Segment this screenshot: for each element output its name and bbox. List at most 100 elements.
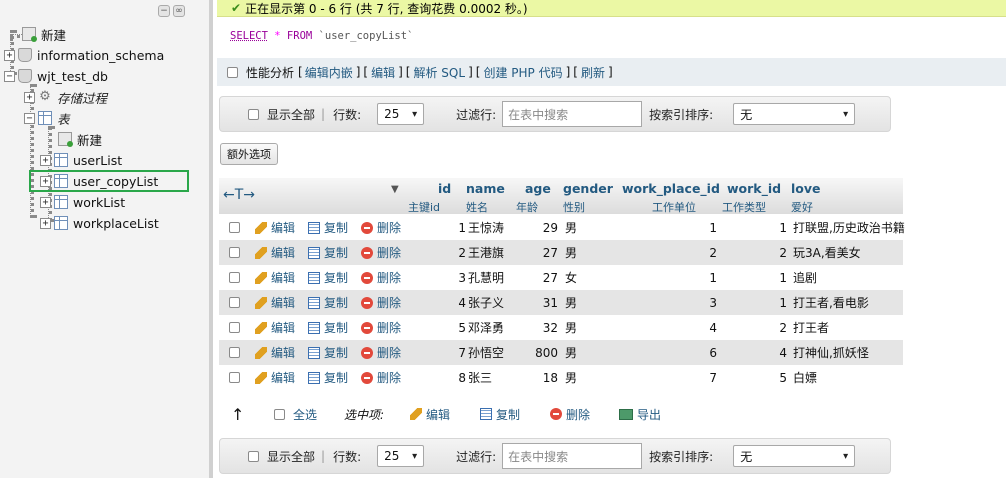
expand-icon[interactable]: + — [40, 217, 51, 229]
row-copy-button[interactable]: 复制 — [308, 344, 348, 361]
table-row[interactable]: 编辑 复制 删除 1 王惊涛 29 男 1 1 打联盟,历史政治书籍 — [219, 215, 905, 240]
cell-age[interactable]: 31 — [519, 296, 558, 310]
row-checkbox[interactable] — [229, 347, 240, 358]
cell-love[interactable]: 白嫖 — [793, 369, 817, 386]
cell-work-place-id[interactable]: 1 — [621, 271, 717, 285]
select-all-checkbox[interactable] — [274, 408, 285, 420]
cell-work-place-id[interactable]: 4 — [621, 321, 717, 335]
sidebar-item-information-schema[interactable]: + information_schema — [4, 45, 164, 65]
sql-query[interactable]: SELECT * FROM `user_copyList` — [217, 18, 1006, 58]
explain-sql-link[interactable]: 解析 SQL — [413, 64, 465, 81]
cell-love[interactable]: 打神仙,抓妖怪 — [793, 344, 869, 361]
row-copy-button[interactable]: 复制 — [308, 294, 348, 311]
sort-select[interactable]: 无 ▾ — [733, 445, 856, 467]
bulk-copy-button[interactable]: 复制 — [480, 406, 520, 423]
row-checkbox[interactable] — [229, 247, 240, 258]
row-copy-button[interactable]: 复制 — [308, 219, 348, 236]
cell-gender[interactable]: 男 — [565, 319, 577, 336]
sidebar-item-workplacelist[interactable]: + workplaceList — [40, 213, 159, 233]
row-copy-button[interactable]: 复制 — [308, 269, 348, 286]
row-delete-button[interactable]: 删除 — [361, 294, 401, 311]
cell-love[interactable]: 追剧 — [793, 269, 817, 286]
cell-age[interactable]: 800 — [519, 346, 558, 360]
collapse-all-icon[interactable]: − — [158, 5, 170, 17]
cell-id[interactable]: 7 — [440, 346, 466, 360]
row-checkbox[interactable] — [229, 372, 240, 383]
extra-options-button[interactable]: 额外选项 — [220, 143, 278, 165]
column-header-id[interactable]: id — [438, 181, 451, 196]
expand-icon[interactable]: + — [4, 49, 15, 61]
sidebar-item-procedures[interactable]: + ⚙ 存储过程 — [24, 87, 107, 107]
filter-input[interactable]: 在表中搜索 — [502, 101, 643, 127]
select-all-link[interactable]: 全选 — [293, 406, 317, 423]
expand-icon[interactable]: + — [40, 196, 51, 208]
cell-id[interactable]: 8 — [440, 371, 466, 385]
column-header-age[interactable]: age — [525, 181, 551, 196]
cell-name[interactable]: 孙悟空 — [468, 344, 504, 361]
cell-gender[interactable]: 男 — [565, 344, 577, 361]
column-header-gender[interactable]: gender — [563, 181, 613, 196]
show-all-checkbox[interactable] — [248, 108, 259, 120]
cell-name[interactable]: 孔慧明 — [468, 269, 504, 286]
cell-gender[interactable]: 男 — [565, 219, 577, 236]
cell-work-place-id[interactable]: 1 — [621, 221, 717, 235]
sort-select[interactable]: 无 ▾ — [733, 103, 856, 125]
sidebar-item-userlist[interactable]: + userList — [40, 150, 122, 170]
row-checkbox[interactable] — [229, 222, 240, 233]
cell-age[interactable]: 27 — [519, 246, 558, 260]
row-checkbox[interactable] — [229, 322, 240, 333]
table-row[interactable]: 编辑 复制 删除 7 孙悟空 800 男 6 4 打神仙,抓妖怪 — [219, 340, 903, 365]
column-header-name[interactable]: name — [466, 181, 505, 196]
column-toggle-arrows[interactable]: ←T→ — [223, 187, 255, 203]
cell-name[interactable]: 张三 — [468, 369, 492, 386]
row-edit-button[interactable]: 编辑 — [255, 269, 295, 286]
cell-id[interactable]: 5 — [440, 321, 466, 335]
cell-love[interactable]: 玩3A,看美女 — [793, 244, 861, 261]
cell-age[interactable]: 32 — [519, 321, 558, 335]
row-edit-button[interactable]: 编辑 — [255, 294, 295, 311]
bulk-edit-button[interactable]: 编辑 — [410, 406, 450, 423]
cell-work-place-id[interactable]: 7 — [621, 371, 717, 385]
row-delete-button[interactable]: 删除 — [361, 319, 401, 336]
cell-work-id[interactable]: 2 — [727, 246, 787, 260]
row-copy-button[interactable]: 复制 — [308, 369, 348, 386]
expand-icon[interactable]: + — [24, 91, 35, 103]
row-delete-button[interactable]: 删除 — [361, 244, 401, 261]
table-row[interactable]: 编辑 复制 删除 2 王港旗 27 男 2 2 玩3A,看美女 — [219, 240, 903, 265]
row-checkbox[interactable] — [229, 272, 240, 283]
cell-love[interactable]: 打王者,看电影 — [793, 294, 869, 311]
cell-id[interactable]: 4 — [440, 296, 466, 310]
row-delete-button[interactable]: 删除 — [361, 344, 401, 361]
cell-name[interactable]: 王港旗 — [468, 244, 504, 261]
cell-love[interactable]: 打联盟,历史政治书籍 — [793, 219, 905, 236]
row-delete-button[interactable]: 删除 — [361, 219, 401, 236]
row-checkbox[interactable] — [229, 297, 240, 308]
row-edit-button[interactable]: 编辑 — [255, 319, 295, 336]
table-row[interactable]: 编辑 复制 删除 3 孔慧明 27 女 1 1 追剧 — [219, 265, 903, 290]
sort-dropdown-icon[interactable]: ▼ — [391, 184, 399, 195]
rows-select[interactable]: 25 ▾ — [377, 445, 425, 467]
cell-gender[interactable]: 男 — [565, 294, 577, 311]
cell-id[interactable]: 3 — [440, 271, 466, 285]
cell-work-place-id[interactable]: 2 — [621, 246, 717, 260]
sidebar-item-new-table[interactable]: 新建 — [58, 129, 102, 149]
column-header-work-id[interactable]: work_id — [727, 181, 781, 196]
collapse-icon[interactable]: − — [4, 70, 15, 82]
row-edit-button[interactable]: 编辑 — [255, 244, 295, 261]
rows-select[interactable]: 25 ▾ — [377, 103, 425, 125]
row-edit-button[interactable]: 编辑 — [255, 369, 295, 386]
cell-gender[interactable]: 男 — [565, 369, 577, 386]
row-copy-button[interactable]: 复制 — [308, 244, 348, 261]
profiling-checkbox[interactable] — [227, 66, 238, 78]
table-row[interactable]: 编辑 复制 删除 8 张三 18 男 7 5 白嫖 — [219, 365, 903, 390]
cell-id[interactable]: 1 — [440, 221, 466, 235]
bulk-delete-button[interactable]: 删除 — [550, 406, 590, 423]
cell-id[interactable]: 2 — [440, 246, 466, 260]
inline-edit-link[interactable]: 编辑内嵌 — [305, 64, 353, 81]
sidebar-item-tables[interactable]: − 表 — [24, 108, 70, 128]
table-row[interactable]: 编辑 复制 删除 5 邓泽勇 32 男 4 2 打王者 — [219, 315, 903, 340]
cell-work-place-id[interactable]: 3 — [621, 296, 717, 310]
cell-work-id[interactable]: 2 — [727, 321, 787, 335]
expand-icon[interactable]: + — [40, 154, 51, 166]
show-all-checkbox[interactable] — [248, 450, 259, 462]
